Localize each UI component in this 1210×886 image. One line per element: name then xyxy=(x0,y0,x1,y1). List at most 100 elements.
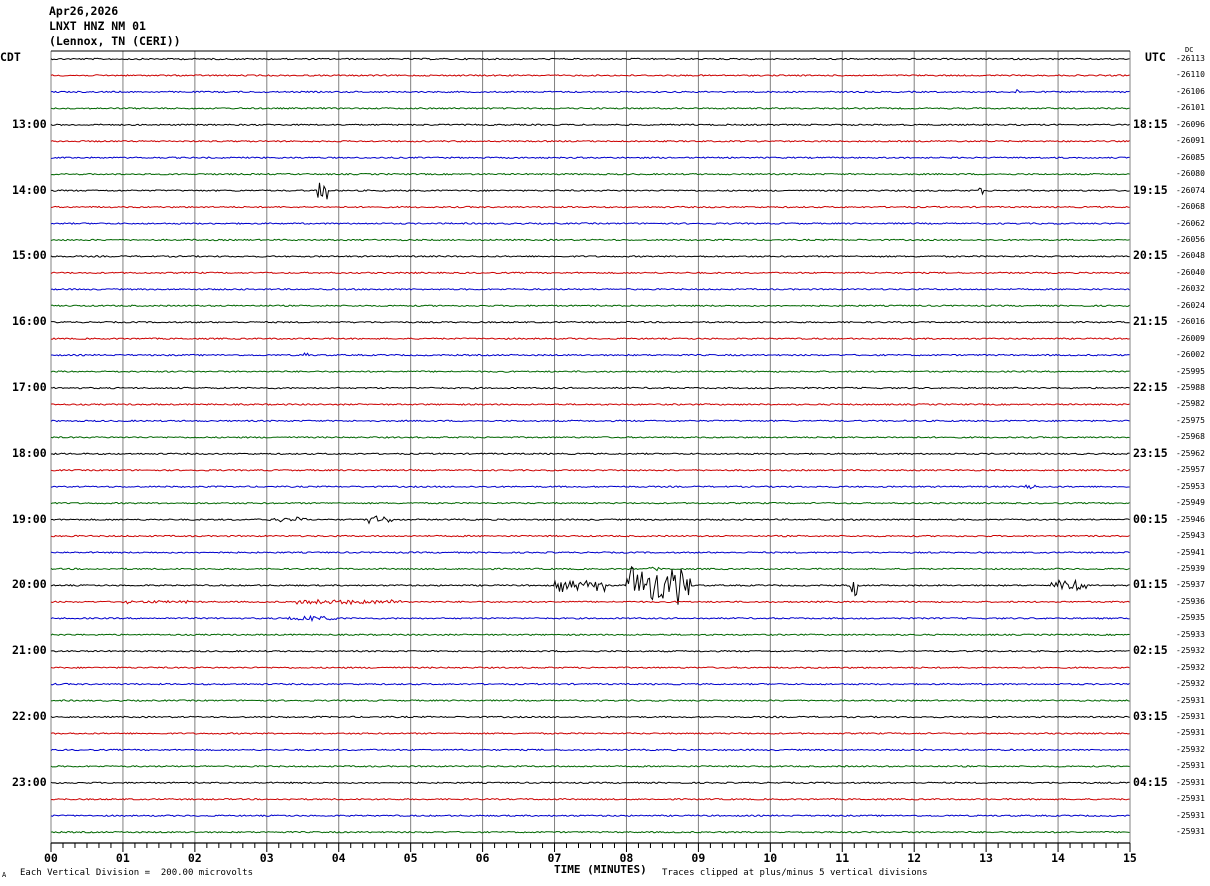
clip-note: Traces clipped at plus/minus 5 vertical … xyxy=(662,868,928,878)
dc-offset-label: -25995 xyxy=(1176,366,1205,376)
dc-offset-label: -25968 xyxy=(1176,432,1205,442)
x-tick-label: 11 xyxy=(835,851,850,865)
left-hour-label: 21:00 xyxy=(12,643,47,658)
trace-line-35 xyxy=(50,633,1130,637)
dc-offset-label: -25953 xyxy=(1176,481,1205,491)
trace-line-29 xyxy=(50,534,1130,538)
dc-offset-label: -25931 xyxy=(1176,810,1205,820)
right-hour-label: 02:15 xyxy=(1133,643,1168,658)
x-tick-label: 04 xyxy=(331,851,346,865)
right-hour-label: 00:15 xyxy=(1133,511,1168,526)
dc-offset-label: -26101 xyxy=(1176,103,1205,113)
dc-offset-label: -26096 xyxy=(1176,119,1205,129)
dc-offset-label: -25957 xyxy=(1176,465,1205,475)
dc-offset-label: -26056 xyxy=(1176,234,1205,244)
left-hour-label: 23:00 xyxy=(12,774,47,789)
right-hour-label: 21:15 xyxy=(1133,314,1168,329)
dc-offset-label: -26009 xyxy=(1176,333,1205,343)
dc-offset-label: -25943 xyxy=(1176,531,1205,541)
trace-line-3 xyxy=(50,107,1130,110)
dc-offset-label: -25931 xyxy=(1176,777,1205,787)
trace-line-23 xyxy=(50,436,1130,439)
left-hour-label: 13:00 xyxy=(12,116,47,131)
left-hour-label: 16:00 xyxy=(12,314,47,329)
x-tick-label: 05 xyxy=(403,851,418,865)
dc-offset-label: -25937 xyxy=(1176,580,1205,590)
trace-line-37 xyxy=(50,666,1130,669)
trace-line-12 xyxy=(50,255,1130,258)
dc-offset-label: -25939 xyxy=(1176,563,1205,573)
dc-offset-label: -25932 xyxy=(1176,679,1205,689)
dc-offset-label: -25931 xyxy=(1176,827,1205,837)
trace-line-32 xyxy=(50,565,1130,605)
trace-line-13 xyxy=(50,271,1130,275)
corner-mark: A xyxy=(2,871,7,879)
trace-line-4 xyxy=(50,123,1130,127)
dc-offset-label: -26016 xyxy=(1176,317,1205,327)
trace-line-28 xyxy=(50,515,1130,525)
dc-offset-label: -25931 xyxy=(1176,761,1205,771)
trace-line-40 xyxy=(50,715,1130,719)
trace-line-18 xyxy=(51,352,1130,357)
trace-line-47 xyxy=(50,830,1130,834)
dc-offset-label: -25949 xyxy=(1176,498,1205,508)
trace-line-10 xyxy=(50,222,1130,225)
dc-offset-label: -26024 xyxy=(1176,300,1205,310)
dc-offset-label: -25962 xyxy=(1176,448,1205,458)
dc-offset-label: -25975 xyxy=(1176,415,1205,425)
header-station: LNXT HNZ NM 01 xyxy=(49,19,146,33)
dc-offset-label: -25932 xyxy=(1176,662,1205,672)
left-hour-label: 17:00 xyxy=(12,380,47,394)
trace-line-8 xyxy=(51,182,1130,200)
trace-line-1 xyxy=(50,74,1130,77)
right-hour-label: 01:15 xyxy=(1133,577,1168,592)
trace-line-39 xyxy=(50,699,1130,702)
x-tick-label: 12 xyxy=(907,851,922,865)
time-axis xyxy=(50,842,1131,852)
dc-offset-label: -25936 xyxy=(1176,596,1205,606)
x-tick-label: 15 xyxy=(1123,851,1137,865)
dc-offset-label: -26106 xyxy=(1176,86,1205,96)
dc-offset-label: -25982 xyxy=(1176,399,1205,409)
dc-offset-label: -25931 xyxy=(1176,695,1205,705)
x-tick-label: 02 xyxy=(187,851,202,865)
trace-line-5 xyxy=(50,139,1130,143)
helicorder-plot xyxy=(50,50,1131,852)
right-hour-label: 23:15 xyxy=(1133,445,1168,460)
dc-offset-label: -25935 xyxy=(1176,613,1205,623)
x-tick-label: 00 xyxy=(44,851,58,865)
x-tick-label: 03 xyxy=(259,851,274,865)
trace-line-17 xyxy=(50,337,1130,340)
trace-line-36 xyxy=(50,649,1130,653)
trace-line-14 xyxy=(50,287,1130,291)
dc-offset-label: -26080 xyxy=(1176,169,1205,179)
trace-line-33 xyxy=(50,598,1130,606)
left-hour-label: 15:00 xyxy=(12,248,47,263)
x-tick-label: 14 xyxy=(1051,851,1065,865)
trace-line-7 xyxy=(50,172,1130,176)
trace-line-9 xyxy=(50,205,1130,209)
scale-note: Each Vertical Division = 200.00 microvol… xyxy=(20,868,253,878)
dc-offset-label: -26085 xyxy=(1176,152,1205,162)
dc-offset-label: -25946 xyxy=(1176,514,1205,524)
left-hour-label: 19:00 xyxy=(12,511,47,526)
dc-offset-label: -25932 xyxy=(1176,646,1205,656)
dc-offset-label: -26091 xyxy=(1176,136,1205,146)
dc-offset-label: -25931 xyxy=(1176,712,1205,721)
trace-line-21 xyxy=(50,403,1130,406)
dc-offset-label: -25941 xyxy=(1176,547,1205,557)
seismic-traces xyxy=(50,57,1130,834)
dc-offset-label: -25933 xyxy=(1176,629,1205,639)
dc-offset-label: -25931 xyxy=(1176,794,1205,804)
dc-offset-label: -26040 xyxy=(1176,267,1205,277)
right-hour-label: 18:15 xyxy=(1133,116,1168,131)
trace-line-6 xyxy=(50,156,1130,160)
left-hour-label: 22:00 xyxy=(12,709,47,723)
trace-line-15 xyxy=(50,304,1130,308)
left-hour-label: 20:00 xyxy=(12,577,47,592)
trace-line-34 xyxy=(50,614,1130,623)
trace-line-31 xyxy=(50,566,1130,572)
trace-line-30 xyxy=(50,551,1130,554)
trace-line-46 xyxy=(50,814,1130,818)
dc-offset-label: -25932 xyxy=(1176,744,1205,754)
